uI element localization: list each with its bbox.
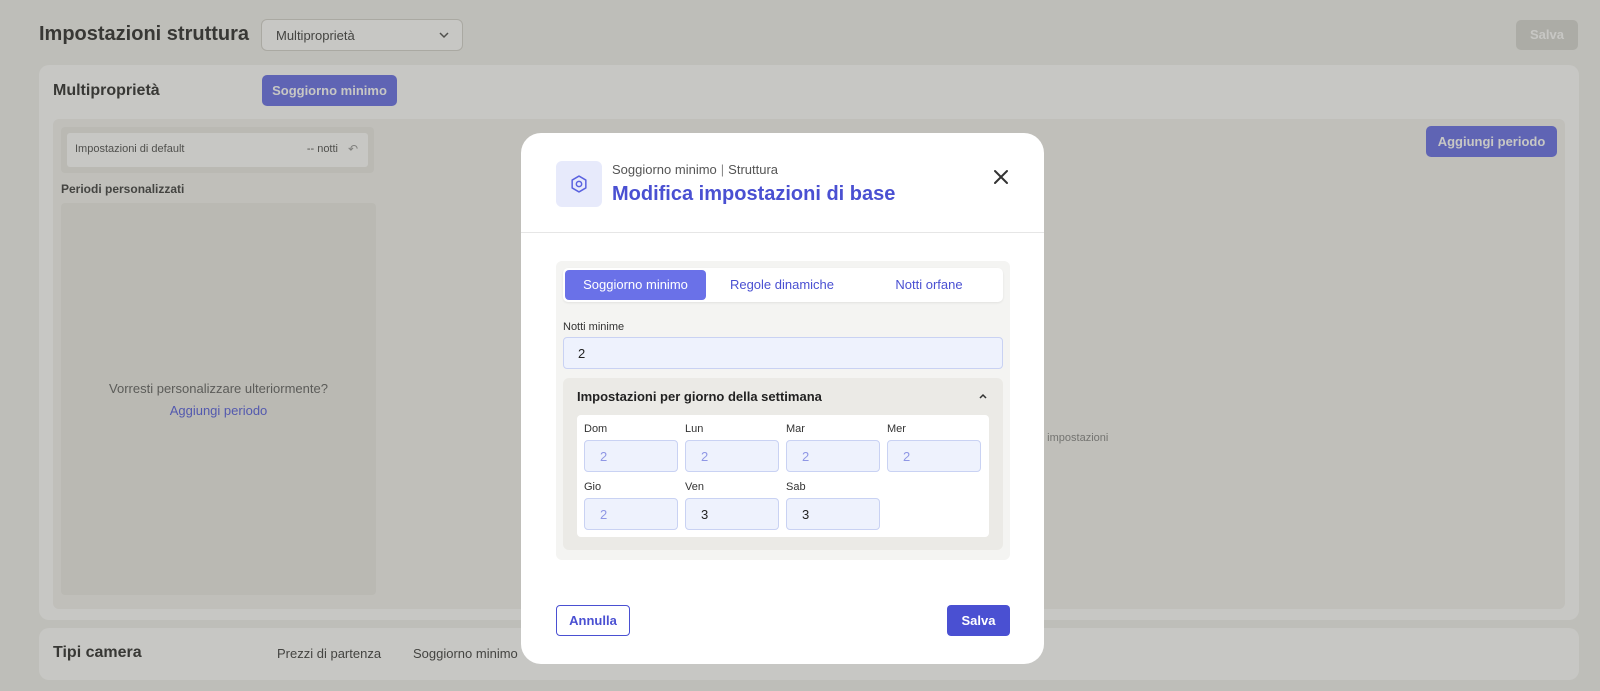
modal-header: Soggiorno minimo | Struttura Modifica impo…: [521, 133, 1044, 233]
breadcrumb-separator: |: [720, 162, 725, 177]
modal-breadcrumb: Soggiorno minimo | Struttura: [612, 162, 778, 177]
day-label-sab: Sab: [786, 481, 806, 493]
day-input-gio[interactable]: 2: [584, 498, 678, 530]
min-nights-label: Notti minime: [563, 321, 625, 333]
cancel-button[interactable]: Annulla: [556, 605, 630, 636]
day-input-mer[interactable]: 2: [887, 440, 981, 472]
day-label-gio: Gio: [584, 481, 602, 493]
gear-icon: [571, 175, 587, 193]
day-label-lun: Lun: [685, 423, 704, 435]
close-icon[interactable]: [991, 167, 1011, 187]
weekday-settings: Impostazioni per giorno della settimana …: [563, 378, 1003, 550]
day-input-dom[interactable]: 2: [584, 440, 678, 472]
day-label-dom: Dom: [584, 423, 608, 435]
day-input-lun[interactable]: 2: [685, 440, 779, 472]
tab-min-stay-modal[interactable]: Soggiorno minimo: [565, 270, 706, 300]
weekday-grid: Dom 2 Lun 2 Mar 2 Mer 2 Gio 2 Ven 3 Sab …: [577, 415, 989, 537]
day-label-mar: Mar: [786, 423, 805, 435]
day-label-ven: Ven: [685, 481, 704, 493]
tab-orphan-nights[interactable]: Notti orfane: [857, 270, 1001, 300]
day-input-sab[interactable]: 3: [786, 498, 880, 530]
min-nights-input[interactable]: 2: [563, 337, 1003, 369]
save-button[interactable]: Salva: [947, 605, 1010, 636]
modal-title: Modifica impostazioni di base: [612, 183, 896, 205]
day-label-mer: Mer: [887, 423, 906, 435]
settings-panel: Soggiorno minimo Regole dinamiche Notti …: [556, 261, 1010, 560]
weekday-section-title[interactable]: Impostazioni per giorno della settimana: [577, 389, 822, 404]
breadcrumb-section: Soggiorno minimo: [612, 162, 717, 177]
edit-settings-modal: Soggiorno minimo | Struttura Modifica impo…: [521, 133, 1044, 664]
settings-badge: [556, 161, 602, 207]
settings-tabs: Soggiorno minimo Regole dinamiche Notti …: [563, 268, 1003, 302]
tab-dynamic-rules[interactable]: Regole dinamiche: [709, 270, 855, 300]
chevron-up-icon[interactable]: [978, 391, 988, 401]
day-input-ven[interactable]: 3: [685, 498, 779, 530]
breadcrumb-scope: Struttura: [728, 162, 779, 177]
day-input-mar[interactable]: 2: [786, 440, 880, 472]
